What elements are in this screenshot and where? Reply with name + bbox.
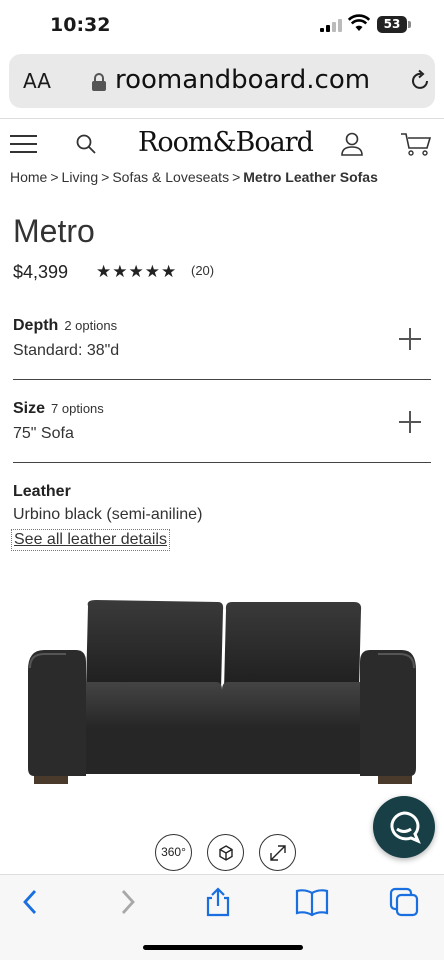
divider bbox=[13, 379, 431, 380]
breadcrumb-sofas[interactable]: Sofas & Loveseats bbox=[112, 169, 229, 185]
back-icon[interactable] bbox=[16, 887, 46, 917]
menu-icon[interactable] bbox=[10, 133, 37, 153]
url-text[interactable]: roomandboard.com bbox=[115, 65, 370, 95]
reload-icon[interactable] bbox=[408, 69, 432, 93]
chat-icon bbox=[390, 811, 421, 844]
bookmarks-icon[interactable] bbox=[295, 887, 329, 917]
signal-icon bbox=[320, 18, 342, 32]
plus-icon[interactable] bbox=[399, 328, 421, 350]
size-value: 75" Sofa bbox=[13, 425, 74, 442]
divider bbox=[13, 462, 431, 463]
site-logo[interactable]: Room&Board bbox=[138, 127, 314, 158]
size-count: 7 options bbox=[51, 401, 104, 416]
battery-indicator: 53 bbox=[377, 16, 411, 33]
view-controls: 360° bbox=[155, 834, 300, 874]
status-time: 10:32 bbox=[50, 14, 111, 36]
breadcrumb-living[interactable]: Living bbox=[62, 169, 99, 185]
user-icon[interactable] bbox=[340, 131, 364, 157]
spin-360-button[interactable]: 360° bbox=[155, 834, 192, 871]
breadcrumb-separator: > bbox=[50, 169, 59, 185]
size-label: Size bbox=[13, 400, 46, 417]
share-icon[interactable] bbox=[203, 887, 233, 917]
breadcrumb: Home > Living > Sofas & Loveseats > Metro Leat… bbox=[10, 169, 378, 185]
rating-stars[interactable]: ★★★★★ bbox=[96, 262, 177, 282]
leather-value: Urbino black (semi-aniline) bbox=[13, 506, 203, 523]
leather-label: Leather bbox=[13, 483, 71, 500]
breadcrumb-home[interactable]: Home bbox=[10, 169, 47, 185]
cart-icon[interactable] bbox=[400, 131, 432, 157]
address-bar[interactable]: AA roomandboard.com bbox=[9, 54, 435, 108]
search-icon[interactable] bbox=[75, 133, 97, 155]
site-header: Room&Board bbox=[0, 118, 444, 164]
plus-icon[interactable] bbox=[399, 411, 421, 433]
product-price: $4,399 bbox=[13, 262, 69, 282]
product-title: Metro bbox=[13, 213, 95, 249]
leather-details-link[interactable]: See all leather details bbox=[11, 529, 170, 551]
ar-cube-icon[interactable] bbox=[207, 834, 244, 871]
tabs-icon[interactable] bbox=[389, 887, 419, 917]
home-indicator bbox=[143, 945, 303, 950]
depth-count: 2 options bbox=[64, 318, 118, 333]
product-image[interactable] bbox=[26, 598, 418, 788]
text-size-button[interactable]: AA bbox=[23, 69, 51, 93]
breadcrumb-current: Metro Leather Sofas bbox=[243, 169, 378, 185]
review-count[interactable]: (20) bbox=[191, 263, 214, 278]
wifi-icon bbox=[348, 14, 370, 31]
depth-value: Standard: 38"d bbox=[13, 342, 120, 359]
depth-label: Depth bbox=[13, 317, 59, 334]
lock-icon bbox=[92, 73, 106, 91]
breadcrumb-separator: > bbox=[101, 169, 110, 185]
status-bar: 10:32 53 bbox=[0, 0, 444, 50]
chat-button[interactable] bbox=[373, 796, 435, 858]
breadcrumb-separator: > bbox=[232, 169, 241, 185]
forward-icon[interactable] bbox=[112, 887, 142, 917]
depth-option[interactable]: Depth 2 options Standard: 38"d bbox=[13, 317, 431, 360]
size-option[interactable]: Size 7 options 75" Sofa bbox=[13, 400, 431, 443]
expand-icon[interactable] bbox=[259, 834, 296, 871]
leather-option: Leather Urbino black (semi-aniline) See … bbox=[11, 483, 431, 551]
